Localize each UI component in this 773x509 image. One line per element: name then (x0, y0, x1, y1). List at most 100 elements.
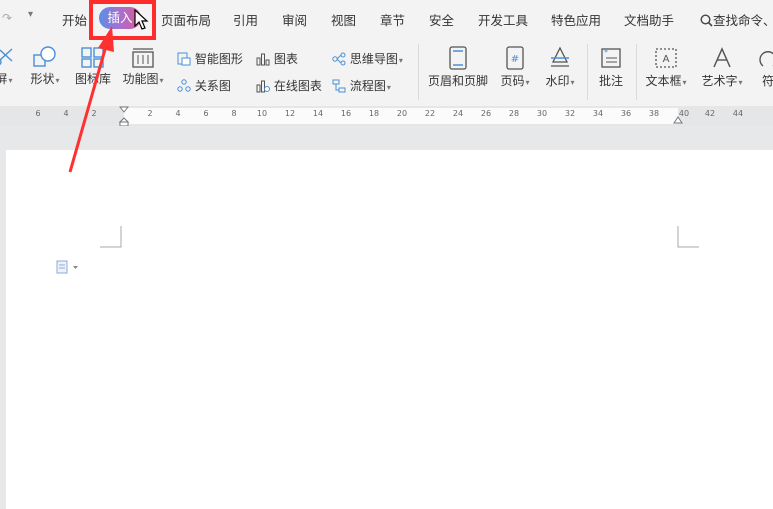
search-icon (700, 14, 713, 27)
page-number-icon: # (506, 46, 524, 70)
insert-ribbon: 屏▾ 形状▾ 图标库 功能图▾ 智能图形 关系图 图表 在线图表 思维导图▾ 流… (0, 38, 773, 107)
ruler-tick: 4 (63, 109, 69, 118)
dropdown-arrow-icon: ▾ (386, 83, 391, 92)
redo-icon[interactable]: ↷ (2, 11, 12, 25)
wordart-label: 艺术字 (701, 74, 738, 88)
ruler-tick: 44 (732, 109, 744, 118)
ruler-tick: 2 (91, 109, 97, 118)
online-chart-icon (256, 80, 270, 93)
ruler-tick: 14 (312, 109, 324, 118)
function-chart-label: 功能图 (122, 72, 159, 86)
comment-button[interactable]: * 批注 (594, 46, 628, 89)
page-number-label: 页码 (500, 74, 525, 88)
dropdown-arrow-icon: ▾ (55, 76, 60, 85)
symbol-label: 符 (761, 74, 773, 88)
dropdown-arrow-icon: ▾ (159, 76, 164, 85)
paragraph-options-icon[interactable] (56, 260, 82, 274)
smart-art-label: 智能图形 (194, 52, 243, 66)
tab-security[interactable]: 安全 (429, 10, 454, 29)
comment-label: 批注 (598, 74, 623, 88)
ruler-tick: 24 (452, 109, 464, 118)
tab-references[interactable]: 引用 (233, 10, 258, 29)
margin-corner-top-left (100, 226, 122, 248)
dropdown-arrow-icon: ▾ (682, 78, 687, 87)
tab-dev-tools[interactable]: 开发工具 (478, 10, 528, 29)
ruler-tick: 42 (704, 109, 716, 118)
margin-corner-top-right (677, 226, 699, 248)
quick-access-dropdown-icon[interactable]: ▾ (28, 9, 33, 20)
ruler-tick: 36 (620, 109, 632, 118)
mind-map-button[interactable]: 思维导图▾ (332, 50, 403, 67)
shape-icon (33, 46, 56, 67)
ribbon-divider (418, 44, 419, 100)
right-indent-marker-icon[interactable] (673, 115, 683, 125)
ruler-tick: 12 (284, 109, 296, 118)
ruler-tick: 16 (340, 109, 352, 118)
relation-chart-icon (177, 79, 191, 92)
ruler-tick: 2 (147, 109, 153, 118)
mouse-cursor-icon (134, 9, 149, 30)
ruler-tick: 18 (368, 109, 380, 118)
function-chart-icon (132, 48, 154, 68)
bar-chart-icon (256, 53, 270, 66)
shape-label: 形状 (30, 72, 55, 86)
tab-doc-assistant[interactable]: 文档助手 (624, 10, 674, 29)
dropdown-arrow-icon: ▾ (8, 76, 13, 85)
ruler-tick: 30 (536, 109, 548, 118)
ruler-tick: 26 (480, 109, 492, 118)
textbox-button[interactable]: A 文本框▾ (642, 46, 690, 89)
dropdown-arrow-icon: ▾ (570, 78, 575, 87)
ruler-tick: 4 (175, 109, 181, 118)
tab-special-apps[interactable]: 特色应用 (551, 10, 601, 29)
comment-icon: * (601, 48, 621, 68)
ruler-tick: 10 (256, 109, 268, 118)
header-footer-button[interactable]: 页眉和页脚 (426, 46, 490, 89)
svg-text:A: A (663, 54, 670, 65)
tab-section[interactable]: 章节 (380, 10, 405, 29)
icon-library-label: 图标库 (74, 72, 111, 86)
ruler-tick: 34 (592, 109, 604, 118)
tab-review[interactable]: 审阅 (282, 10, 307, 29)
ribbon-divider (636, 44, 637, 100)
ribbon-divider (587, 44, 588, 100)
function-chart-button[interactable]: 功能图▾ (120, 46, 166, 87)
symbol-icon (759, 51, 773, 67)
ruler-tick: 28 (508, 109, 520, 118)
online-chart-button[interactable]: 在线图表 (256, 77, 322, 94)
screenshot-button[interactable]: 屏▾ (0, 46, 18, 87)
smart-art-icon (177, 52, 191, 66)
wordart-button[interactable]: 艺术字▾ (698, 46, 746, 89)
chart-label: 图表 (273, 52, 298, 66)
ruler-tick: 6 (35, 109, 41, 118)
relation-chart-label: 关系图 (194, 79, 231, 93)
shape-button[interactable]: 形状▾ (26, 46, 64, 87)
indent-marker-icon[interactable] (119, 106, 129, 126)
ruler-tick: 6 (203, 109, 209, 118)
ruler-tick: 20 (396, 109, 408, 118)
tab-start[interactable]: 开始 (62, 10, 87, 29)
ruler-tick: 8 (231, 109, 237, 118)
symbol-button[interactable]: 符 (757, 46, 773, 89)
page-number-button[interactable]: # 页码▾ (496, 46, 534, 89)
textbox-icon: A (655, 48, 677, 68)
ruler-tick: 38 (648, 109, 660, 118)
document-page[interactable] (6, 150, 773, 509)
chart-button[interactable]: 图表 (256, 50, 298, 67)
scissors-icon (0, 48, 13, 66)
search-command[interactable]: 查找命令、 (700, 10, 773, 29)
horizontal-ruler[interactable]: 6 4 2 2 4 6 8 10 12 14 16 18 20 22 24 26… (0, 106, 773, 126)
tab-view[interactable]: 视图 (331, 10, 356, 29)
smart-art-button[interactable]: 智能图形 (177, 50, 243, 67)
mind-map-icon (332, 52, 346, 66)
tab-page-layout[interactable]: 页面布局 (161, 10, 211, 29)
watermark-button[interactable]: 水印▾ (541, 46, 579, 89)
textbox-label: 文本框 (645, 74, 682, 88)
relation-chart-button[interactable]: 关系图 (177, 77, 231, 94)
icon-library-button[interactable]: 图标库 (72, 46, 114, 87)
header-footer-icon (449, 46, 467, 70)
flowchart-label: 流程图 (349, 79, 386, 93)
search-label: 查找命令、 (713, 13, 773, 28)
flowchart-button[interactable]: 流程图▾ (332, 77, 391, 94)
flowchart-icon (332, 79, 346, 93)
online-chart-label: 在线图表 (273, 79, 322, 93)
